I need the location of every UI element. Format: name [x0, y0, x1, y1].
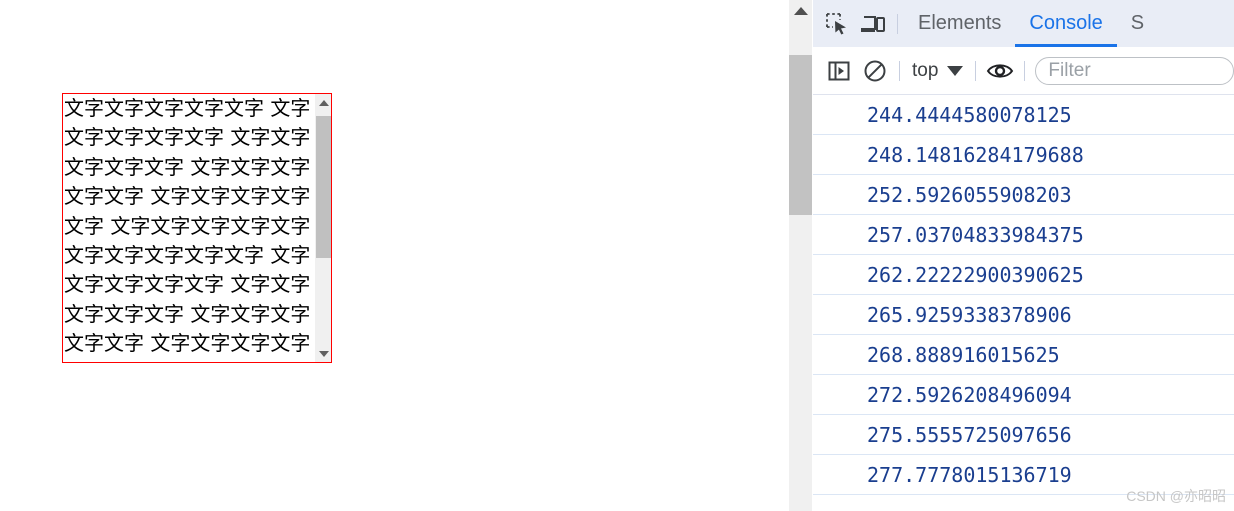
- web-page-content-area: 文字文字文字文字文字 文字文字文字文字文字 文字文字文字文字文字 文字文字文字文…: [0, 0, 789, 511]
- text-box-content[interactable]: 文字文字文字文字文字 文字文字文字文字文字 文字文字文字文字文字 文字文字文字文…: [63, 94, 314, 362]
- console-output-list[interactable]: 244.4444580078125 248.14816284179688 252…: [813, 95, 1234, 511]
- text-box-scrollbar-thumb[interactable]: [316, 116, 331, 258]
- triangle-up-icon[interactable]: [315, 94, 331, 111]
- console-row[interactable]: 257.03704833984375: [813, 215, 1234, 255]
- page-scrollbar-thumb[interactable]: [789, 55, 812, 215]
- console-sidebar-icon[interactable]: [821, 53, 857, 89]
- devtools-tab-bar: Elements Console S: [813, 0, 1234, 47]
- inspect-element-icon[interactable]: [819, 6, 855, 42]
- tab-sources[interactable]: S: [1117, 0, 1158, 47]
- console-row[interactable]: 275.5555725097656: [813, 415, 1234, 455]
- triangle-up-icon[interactable]: [789, 0, 812, 22]
- tab-elements[interactable]: Elements: [904, 0, 1015, 47]
- console-row[interactable]: 244.4444580078125: [813, 95, 1234, 135]
- device-toolbar-icon[interactable]: [855, 6, 891, 42]
- toolbar-divider: [1024, 60, 1026, 81]
- console-row[interactable]: 252.5926055908203: [813, 175, 1234, 215]
- chinese-text-scroll-box[interactable]: 文字文字文字文字文字 文字文字文字文字文字 文字文字文字文字文字 文字文字文字文…: [62, 93, 332, 363]
- console-row[interactable]: 262.22222900390625: [813, 255, 1234, 295]
- console-row[interactable]: 248.14816284179688: [813, 135, 1234, 175]
- execution-context-label: top: [912, 59, 939, 81]
- page-vertical-scrollbar[interactable]: [789, 0, 812, 511]
- devtools-inner: Elements Console S top Filter 244.444458…: [813, 0, 1234, 511]
- toolbar-divider: [897, 13, 898, 34]
- chevron-down-icon: [947, 65, 964, 76]
- console-row[interactable]: 272.5926208496094: [813, 375, 1234, 415]
- text-box-vertical-scrollbar[interactable]: [314, 94, 331, 362]
- devtools-panel: Elements Console S top Filter 244.444458…: [789, 0, 1234, 511]
- chinese-filler-text: 文字文字文字文字文字 文字文字文字文字文字 文字文字文字文字文字 文字文字文字文…: [64, 96, 311, 362]
- console-filter-input[interactable]: [1035, 56, 1234, 85]
- triangle-down-icon[interactable]: [315, 345, 331, 362]
- console-row[interactable]: 265.9259338378906: [813, 295, 1234, 335]
- watermark: CSDN @亦昭昭: [1126, 488, 1226, 504]
- execution-context-selector[interactable]: top: [906, 60, 969, 82]
- console-row[interactable]: 268.888916015625: [813, 335, 1234, 375]
- toolbar-divider: [899, 60, 900, 81]
- live-expression-eye-icon[interactable]: [982, 53, 1018, 89]
- console-toolbar: top: [813, 47, 1234, 95]
- toolbar-divider: [975, 60, 977, 81]
- clear-console-icon[interactable]: [857, 53, 893, 89]
- tab-console[interactable]: Console: [1015, 0, 1117, 47]
